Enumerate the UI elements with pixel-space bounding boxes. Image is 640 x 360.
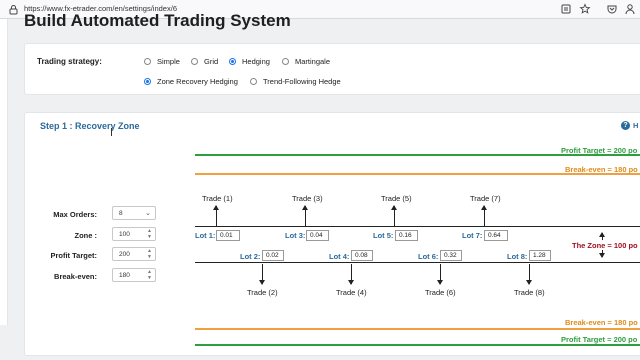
profit-target-text-bottom: Profit Target = 200 po	[561, 335, 638, 344]
radio-button-selected-icon	[144, 78, 151, 85]
radio-simple[interactable]: Simple	[144, 57, 180, 66]
radio-button-icon	[250, 78, 257, 85]
profit-target-input[interactable]: 200 ▲ ▼	[112, 247, 156, 261]
left-panel-edge	[0, 19, 8, 325]
trade-label: Trade (7)	[470, 194, 501, 203]
lot-size-input[interactable]: 0.02	[262, 250, 284, 261]
help-link[interactable]: H	[633, 121, 638, 130]
down-arrow-icon	[526, 264, 532, 285]
down-arrow-icon	[348, 264, 354, 285]
down-arrow-icon	[437, 264, 443, 285]
page-info-icon[interactable]	[8, 4, 19, 15]
zone-size-text: The Zone = 100 po	[572, 241, 638, 250]
spinner-arrows-icon[interactable]: ▲ ▼	[147, 248, 152, 260]
help-icon[interactable]: ?	[621, 121, 630, 130]
radio-martingale[interactable]: Martingale	[282, 57, 330, 66]
break-even-text-bottom: Break-even = 180 po	[565, 318, 638, 327]
lot-label: Lot 8:	[507, 252, 528, 261]
zone-down-arrow-icon	[599, 250, 605, 258]
trade-label: Trade (4)	[336, 288, 367, 297]
break-even-line-bottom	[195, 328, 640, 330]
zone-up-arrow-icon	[599, 232, 605, 240]
lot-label: Lot 5:	[373, 231, 394, 240]
radio-button-icon	[144, 58, 151, 65]
up-arrow-icon	[213, 205, 219, 226]
profit-target-line-bottom	[195, 344, 640, 346]
up-arrow-icon	[481, 205, 487, 226]
strategy-card	[24, 43, 640, 95]
lot-label: Lot 1:	[195, 231, 216, 240]
lot-label: Lot 3:	[285, 231, 306, 240]
max-orders-select[interactable]: 8 ⌄	[112, 206, 156, 220]
lot-size-input[interactable]: 0.64	[484, 230, 508, 241]
zone-label: Zone :	[74, 231, 98, 240]
lot-size-input[interactable]: 0.16	[395, 230, 418, 241]
profile-icon[interactable]	[624, 3, 636, 15]
spinner-arrows-icon[interactable]: ▲ ▼	[147, 269, 152, 281]
trade-label: Trade (6)	[425, 288, 456, 297]
break-even-input[interactable]: 180 ▲ ▼	[112, 268, 156, 282]
zone-upper-line	[195, 226, 640, 227]
radio-hedging[interactable]: Hedging	[229, 57, 270, 66]
lot-size-input[interactable]: 1.28	[529, 250, 551, 261]
page-title: Build Automated Trading System	[24, 11, 291, 30]
chevron-down-icon: ⌄	[145, 210, 151, 217]
lot-label: Lot 6:	[418, 252, 439, 261]
up-arrow-icon	[391, 205, 397, 226]
lot-label: Lot 7:	[462, 231, 483, 240]
up-arrow-icon	[302, 205, 308, 226]
lot-size-input[interactable]: 0.08	[351, 250, 373, 261]
radio-trend-following-hedge[interactable]: Trend-Following Hedge	[250, 77, 341, 86]
trading-strategy-label: Trading strategy:	[37, 57, 102, 66]
pocket-icon[interactable]	[606, 3, 618, 15]
profit-target-text-top: Profit Target = 200 po	[561, 146, 638, 155]
lot-size-input[interactable]: 0.01	[216, 230, 240, 241]
max-orders-label: Max Orders:	[53, 210, 97, 219]
down-arrow-icon	[259, 264, 265, 285]
spinner-arrows-icon[interactable]: ▲ ▼	[147, 228, 152, 240]
lot-size-input[interactable]: 0.04	[306, 230, 329, 241]
trade-label: Trade (2)	[247, 288, 278, 297]
profit-target-label: Profit Target:	[50, 251, 97, 260]
reader-view-icon[interactable]	[560, 3, 572, 15]
trade-label: Trade (5)	[381, 194, 412, 203]
zone-lower-line	[195, 262, 640, 263]
radio-button-selected-icon	[229, 58, 236, 65]
text-cursor-icon	[111, 128, 113, 136]
radio-zone-recovery-hedging[interactable]: Zone Recovery Hedging	[144, 77, 238, 86]
zone-input[interactable]: 100 ▲ ▼	[112, 227, 156, 241]
break-even-label: Break-even:	[54, 272, 97, 281]
lot-label: Lot 2:	[240, 252, 261, 261]
radio-button-icon	[191, 58, 198, 65]
radio-grid[interactable]: Grid	[191, 57, 218, 66]
radio-button-icon	[282, 58, 289, 65]
lot-label: Lot 4:	[329, 252, 350, 261]
trade-label: Trade (3)	[292, 194, 323, 203]
step-title: Step 1 : Recovery Zone	[40, 121, 140, 131]
break-even-text-top: Break-even = 180 po	[565, 165, 638, 174]
trade-label: Trade (8)	[514, 288, 545, 297]
lot-size-input[interactable]: 0.32	[440, 250, 462, 261]
bookmark-star-icon[interactable]	[579, 3, 591, 15]
trade-label: Trade (1)	[202, 194, 233, 203]
